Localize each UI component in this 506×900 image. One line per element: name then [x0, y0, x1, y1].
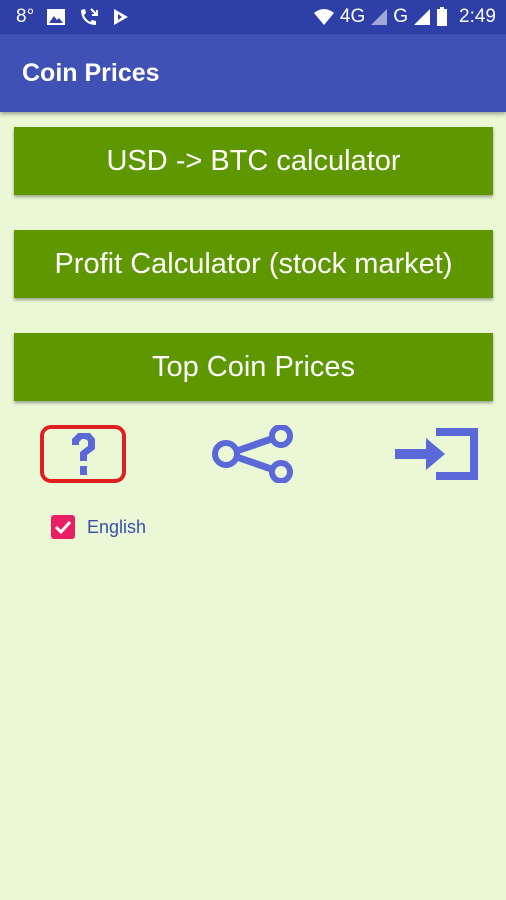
checkmark-icon — [54, 520, 72, 534]
share-button[interactable] — [208, 423, 300, 488]
app-title: Coin Prices — [22, 58, 160, 87]
english-checkbox[interactable] — [51, 515, 75, 539]
app-bar: Coin Prices — [0, 34, 506, 112]
clock-text: 2:49 — [459, 6, 496, 27]
language-option[interactable]: English — [51, 515, 146, 539]
signal-2-icon — [413, 8, 431, 26]
help-button[interactable] — [38, 424, 128, 488]
exit-icon — [392, 425, 480, 488]
signal-icon — [370, 8, 388, 26]
missed-call-icon — [78, 7, 100, 27]
top-coin-prices-button[interactable]: Top Coin Prices — [14, 333, 493, 401]
english-label: English — [87, 516, 147, 537]
network-type-2-text: G — [393, 6, 409, 27]
help-icon — [40, 424, 126, 488]
network-type-text: 4G — [339, 6, 366, 27]
battery-icon — [436, 7, 448, 27]
image-icon — [46, 8, 66, 26]
profit-calculator-button[interactable]: Profit Calculator (stock market) — [14, 230, 493, 298]
status-bar: 8° 4G G 2:49 — [0, 0, 506, 34]
usd-btc-calculator-button[interactable]: USD -> BTC calculator — [14, 127, 493, 195]
notification-icon — [112, 7, 130, 27]
exit-button[interactable] — [390, 424, 482, 488]
wifi-icon — [313, 8, 335, 26]
share-icon — [210, 423, 298, 488]
temperature-text: 8° — [16, 6, 35, 27]
